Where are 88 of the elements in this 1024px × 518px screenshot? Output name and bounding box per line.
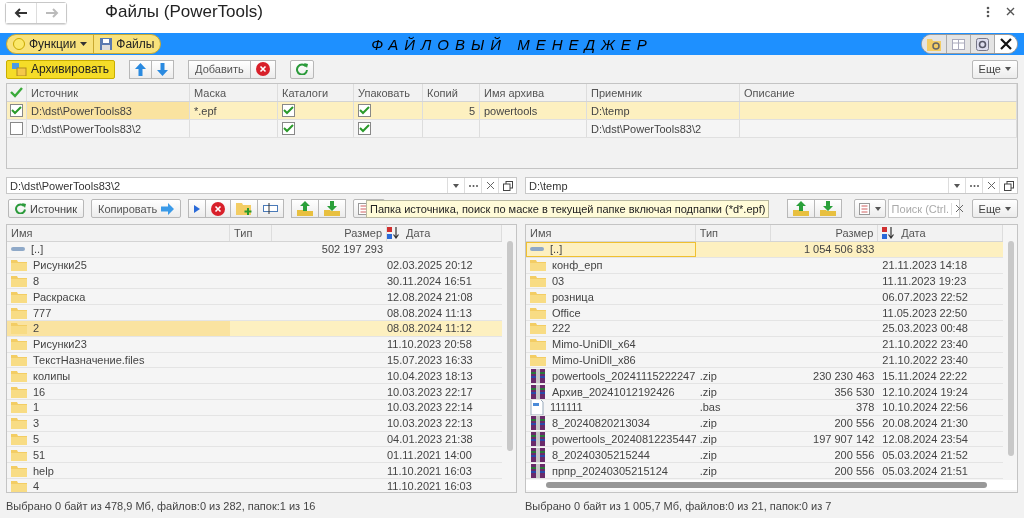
window-title: Файлы (PowerTools) — [105, 2, 263, 22]
file-date: 06.07.2023 22:52 — [882, 290, 968, 303]
file-name: Рисунки23 — [33, 338, 87, 351]
file-name: Mimo-UniDll_x64 — [552, 338, 636, 351]
table-cell: powertools — [484, 104, 538, 117]
file-size: 378 — [855, 401, 875, 414]
table-cell: *.epf — [194, 104, 217, 117]
file-name: 8_20240305215244 — [552, 448, 650, 461]
file-name: Office — [552, 306, 581, 319]
file-name: 777 — [33, 306, 52, 319]
table-cell: D:\temp — [591, 104, 630, 117]
file-type: .zip — [699, 448, 717, 461]
file-date: 25.03.2023 00:48 — [882, 322, 968, 335]
file-type: .zip — [699, 417, 717, 430]
table-cell: D:\dst\PowerTools83 — [31, 104, 132, 117]
file-name: ТекстНазначение.files — [33, 353, 145, 366]
table-cell: D:\dst\PowerTools83\2 — [591, 122, 702, 135]
file-name: розница — [552, 290, 594, 303]
file-size: 356 530 — [834, 385, 875, 398]
file-date: 11.11.2023 19:23 — [882, 275, 967, 287]
file-name: 5 — [33, 432, 40, 445]
file-name: конф_ерп — [552, 259, 603, 272]
file-date: 11.10.2021 16:03 — [387, 464, 472, 477]
file-type: .bas — [699, 401, 721, 414]
file-date: 20.08.2024 21:30 — [882, 417, 968, 430]
file-name: 8 — [33, 275, 40, 287]
file-date: 11.05.2023 22:50 — [882, 306, 968, 319]
file-date: 08.08.2024 11:12 — [387, 322, 472, 335]
file-name: 111111 — [550, 401, 583, 414]
status-text: Выбрано 0 байт из 1 005,7 Мб, файлов:0 из 21, папок:0 из 7 — [525, 500, 833, 512]
file-name: 222 — [552, 322, 571, 335]
file-type: .zip — [699, 385, 717, 398]
file-name: Mimo-UniDll_x86 — [552, 353, 636, 366]
file-name: 16 — [33, 385, 46, 398]
file-date: 10.03.2023 22:14 — [387, 401, 473, 414]
file-name: [..] — [31, 243, 44, 256]
file-name: powertools_20241115222247 — [552, 369, 696, 382]
file-name: 3 — [33, 417, 40, 430]
file-date: 01.11.2021 14:00 — [387, 448, 472, 461]
file-date: 02.03.2025 20:12 — [387, 259, 473, 272]
file-size: 200 556 — [834, 464, 875, 477]
file-date: 05.03.2024 21:52 — [882, 448, 968, 461]
file-type: .zip — [699, 369, 717, 382]
file-date: 21.10.2022 23:40 — [882, 338, 968, 351]
file-size: 230 230 463 — [813, 369, 875, 382]
file-size: 200 556 — [834, 417, 875, 430]
table-cell: D:\dst\PowerTools83\2 — [31, 122, 142, 135]
file-date: 10.03.2023 22:17 — [387, 385, 473, 398]
status-text: Выбрано 0 байт из 478,9 Мб, файлов:0 из 282, папок:1 из 16 — [6, 500, 317, 512]
file-name: help — [33, 464, 54, 477]
file-date: 10.03.2023 22:13 — [387, 417, 473, 430]
tooltip: Папка источника, поиск по маске в текущей папке включая подпапки (*d*.epf) — [366, 200, 770, 218]
file-date: 30.11.2024 16:51 — [387, 275, 472, 287]
file-name: 03 — [552, 275, 565, 287]
file-date: 12.10.2024 19:24 — [882, 385, 968, 398]
file-date: 15.11.2024 22:22 — [882, 369, 968, 382]
file-date: 21.10.2022 23:40 — [882, 353, 968, 366]
file-size: 200 556 — [834, 448, 875, 461]
file-type: .zip — [699, 464, 717, 477]
file-size: 502 197 293 — [321, 243, 383, 256]
file-name: powertools_20240812235447 — [552, 432, 696, 445]
file-name: 2 — [33, 322, 40, 335]
file-name: [..] — [550, 243, 563, 256]
file-date: 05.03.2024 21:51 — [882, 464, 968, 477]
file-date: 11.10.2023 20:58 — [387, 338, 472, 351]
file-date: 12.08.2024 23:54 — [882, 432, 968, 445]
file-size: 197 907 142 — [813, 432, 875, 445]
file-name: Раскраска — [33, 290, 86, 303]
file-name: 4 — [33, 480, 40, 492]
file-date: 04.01.2023 21:38 — [387, 432, 473, 445]
table-cell: 5 — [468, 104, 475, 117]
file-date: 15.07.2023 16:33 — [387, 353, 473, 366]
file-type: .zip — [699, 432, 717, 445]
file-name: Рисунки25 — [33, 259, 87, 272]
file-name: 8_20240820213034 — [552, 417, 650, 430]
file-date: 08.08.2024 11:13 — [387, 306, 472, 319]
file-name: 1 — [33, 401, 40, 414]
file-size: 1 054 506 833 — [803, 243, 875, 256]
file-name: Архив_20241012192426 — [552, 385, 675, 398]
file-date: 10.04.2023 18:13 — [387, 369, 473, 382]
file-name: 51 — [33, 448, 46, 461]
file-date: 21.11.2023 14:18 — [882, 259, 968, 272]
file-date: 10.10.2024 22:56 — [882, 401, 968, 414]
file-date: 12.08.2024 21:08 — [387, 290, 473, 303]
file-date: 11.10.2021 16:03 — [387, 480, 472, 492]
file-name: колипы — [33, 369, 71, 382]
file-name: прпр_20240305215124 — [552, 464, 668, 477]
app-title: ФАЙЛОВЫЙ МЕНЕДЖЕР — [371, 35, 653, 53]
